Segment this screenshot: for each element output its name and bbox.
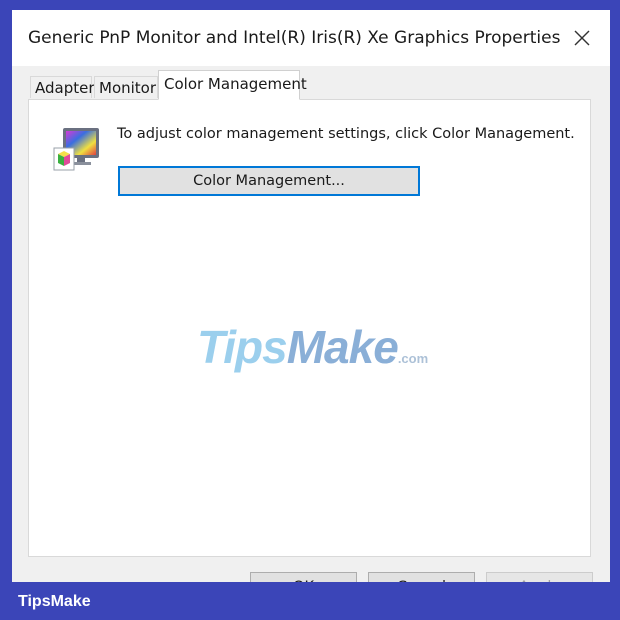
dialog-body: Adapter Monitor Color Management To adju… bbox=[12, 66, 610, 582]
tipsmake-watermark: TipsMake.com bbox=[197, 320, 428, 374]
watermark-tips: Tips bbox=[197, 321, 288, 373]
tab-panel: To adjust color management settings, cli… bbox=[28, 99, 591, 557]
close-icon bbox=[574, 30, 590, 46]
instruction-text: To adjust color management settings, cli… bbox=[117, 126, 575, 142]
tab-monitor[interactable]: Monitor bbox=[94, 76, 158, 98]
tab-color-management[interactable]: Color Management bbox=[158, 70, 307, 100]
window-title: Generic PnP Monitor and Intel(R) Iris(R)… bbox=[28, 28, 561, 48]
dialog-buttons: OK Cancel Apply bbox=[12, 562, 610, 582]
ok-button[interactable]: OK bbox=[250, 572, 357, 582]
close-button[interactable] bbox=[568, 24, 596, 52]
screenshot-frame: Generic PnP Monitor and Intel(R) Iris(R)… bbox=[0, 0, 620, 620]
footer-brand: TipsMake bbox=[18, 593, 91, 610]
color-management-button[interactable]: Color Management... bbox=[118, 166, 420, 196]
tab-adapter[interactable]: Adapter bbox=[30, 76, 95, 98]
apply-button[interactable]: Apply bbox=[486, 572, 593, 582]
properties-dialog: Generic PnP Monitor and Intel(R) Iris(R)… bbox=[12, 10, 610, 582]
watermark-com: .com bbox=[397, 351, 429, 366]
cancel-button[interactable]: Cancel bbox=[368, 572, 475, 582]
title-bar: Generic PnP Monitor and Intel(R) Iris(R)… bbox=[12, 10, 610, 66]
watermark-make: Make bbox=[286, 321, 399, 373]
footer-bar: TipsMake bbox=[0, 582, 620, 620]
color-monitor-icon bbox=[53, 128, 99, 171]
